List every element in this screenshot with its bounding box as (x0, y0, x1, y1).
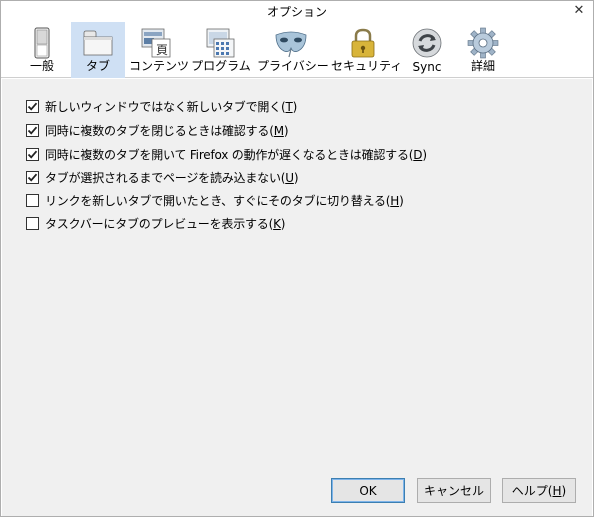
tab-tabs-label: タブ (85, 59, 110, 73)
tab-security[interactable]: セキュリティ (331, 22, 403, 78)
tab-advanced-label: 詳細 (470, 59, 495, 73)
close-button[interactable]: ✕ (565, 1, 593, 19)
option-label: タスクバーにタブのプレビューを表示する(K) (45, 216, 286, 231)
window-title: オプション (266, 5, 327, 19)
cancel-button[interactable]: キャンセル (417, 478, 491, 503)
options-window: オプション ✕ 一般 タブ 頁 コンテンツ プログラム プライバシー セキュリテ… (0, 0, 594, 517)
padlock-icon (351, 28, 375, 58)
tab-general-label: 一般 (29, 59, 54, 73)
ok-button[interactable]: OK (331, 478, 405, 503)
tab-applications-label: プログラム (191, 59, 251, 73)
tab-applications[interactable]: プログラム (191, 22, 251, 78)
checkmark-icon (27, 102, 38, 111)
tab-privacy-label: プライバシー (257, 59, 329, 73)
svg-text:頁: 頁 (156, 43, 168, 57)
tab-sync[interactable]: Sync (401, 22, 453, 78)
sync-icon (412, 28, 442, 58)
option-warn-close-tabs[interactable]: 同時に複数のタブを閉じるときは確認する(M) (26, 122, 289, 138)
ok-button-label: OK (359, 483, 377, 498)
option-label: 同時に複数のタブを開いて Firefox の動作が遅くなるときは確認する(D) (45, 147, 427, 162)
content-icon: 頁 (141, 28, 171, 58)
title-bar: オプション ✕ (1, 1, 593, 22)
checkmark-icon (27, 150, 38, 159)
option-label: 新しいウィンドウではなく新しいタブで開く(T) (45, 99, 298, 114)
checkbox[interactable] (26, 123, 39, 137)
option-label: 同時に複数のタブを閉じるときは確認する(M) (45, 123, 289, 138)
tab-advanced[interactable]: 詳細 (459, 22, 507, 78)
checkmark-icon (27, 173, 38, 182)
gear-icon (467, 27, 499, 59)
help-button[interactable]: ヘルプ(H) (502, 478, 576, 503)
category-toolbar: 一般 タブ 頁 コンテンツ プログラム プライバシー セキュリティ Sync 詳… (1, 22, 593, 78)
help-button-label: ヘルプ(H) (511, 484, 567, 498)
option-open-in-tabs[interactable]: 新しいウィンドウではなく新しいタブで開く(T) (26, 98, 297, 114)
option-label: リンクを新しいタブで開いたとき、すぐにそのタブに切り替える(H) (45, 193, 404, 208)
option-switch-to-new-tab[interactable]: リンクを新しいタブで開いたとき、すぐにそのタブに切り替える(H) (26, 192, 404, 208)
mask-icon (275, 31, 307, 58)
tab-sync-label: Sync (412, 60, 442, 74)
tab-privacy[interactable]: プライバシー (257, 22, 329, 78)
tab-tabs[interactable]: タブ (71, 22, 125, 78)
checkbox[interactable] (26, 147, 39, 161)
checkmark-icon (27, 126, 38, 135)
checkbox[interactable] (26, 193, 39, 207)
tab-content[interactable]: 頁 コンテンツ (129, 22, 190, 78)
tab-general[interactable]: 一般 (15, 22, 69, 78)
applications-icon (206, 28, 235, 58)
tabs-icon (83, 30, 113, 56)
close-icon: ✕ (573, 2, 585, 18)
option-taskbar-previews[interactable]: タスクバーにタブのプレビューを表示する(K) (26, 215, 285, 231)
option-load-on-select[interactable]: タブが選択されるまでページを読み込まない(U) (26, 169, 299, 185)
checkbox[interactable] (26, 99, 39, 113)
tab-content-label: コンテンツ (129, 59, 190, 73)
cancel-button-label: キャンセル (423, 484, 484, 498)
checkbox[interactable] (26, 170, 39, 184)
tab-security-label: セキュリティ (331, 59, 403, 73)
option-label: タブが選択されるまでページを読み込まない(U) (45, 170, 299, 185)
switch-icon (34, 27, 50, 59)
checkbox[interactable] (26, 216, 39, 230)
tabs-panel: 新しいウィンドウではなく新しいタブで開く(T) 同時に複数のタブを閉じるときは確… (2, 79, 592, 516)
option-warn-open-tabs[interactable]: 同時に複数のタブを開いて Firefox の動作が遅くなるときは確認する(D) (26, 146, 427, 162)
